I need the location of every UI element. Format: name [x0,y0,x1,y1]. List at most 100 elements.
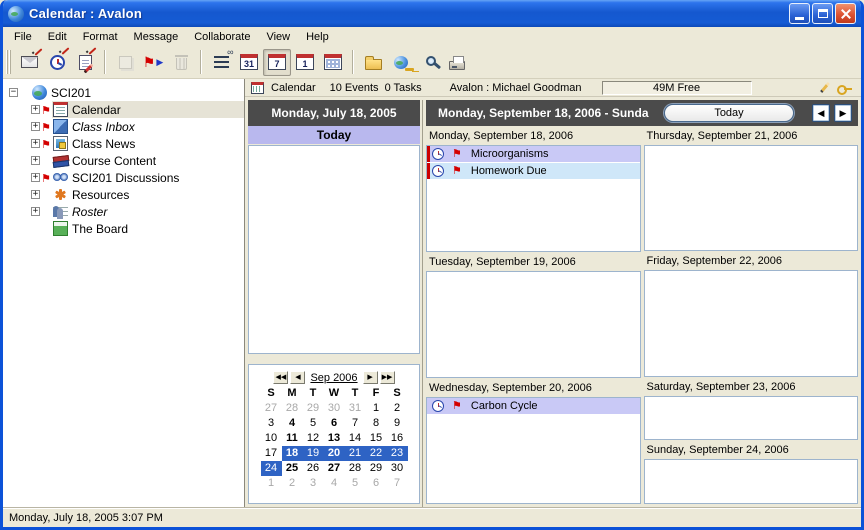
multi-week-view-button[interactable] [319,49,347,76]
mini-date-cell[interactable]: 23 [387,446,408,461]
expand-box[interactable]: + [31,207,40,216]
today-bar[interactable]: Today [248,126,420,144]
new-task-button[interactable] [71,49,99,76]
expand-box[interactable]: + [31,156,40,165]
menu-message[interactable]: Message [126,29,187,45]
toolbar-grip[interactable] [6,50,11,74]
day-cell-header[interactable]: Sunday, September 24, 2006 [644,442,859,459]
mini-date-cell[interactable]: 15 [366,431,387,446]
mini-date-cell[interactable]: 9 [387,416,408,431]
week-view-button[interactable]: 7 [263,49,291,76]
expand-box[interactable]: + [31,122,40,131]
day-cell-body[interactable]: ⚑Carbon Cycle [426,397,641,504]
day-events-area[interactable] [248,145,420,354]
permissions-button[interactable] [387,49,415,76]
next-year-button[interactable]: ▶▶ [380,371,395,384]
permissions-key-icon[interactable] [837,83,853,93]
day-cell-body[interactable] [644,459,859,504]
mini-date-cell[interactable]: 16 [387,431,408,446]
mini-date-cell[interactable]: 29 [366,461,387,476]
mini-date-cell[interactable]: 3 [261,416,282,431]
mini-date-cell[interactable]: 6 [324,416,345,431]
day-cell-header[interactable]: Saturday, September 23, 2006 [644,379,859,396]
day-cell-body[interactable] [426,271,641,378]
expand-box[interactable]: + [31,190,40,199]
mini-date-cell[interactable]: 1 [366,401,387,416]
next-unread-button[interactable]: ⚑▶ [139,49,167,76]
day-cell-header[interactable]: Monday, September 18, 2006 [426,128,641,145]
app-icon[interactable] [8,6,24,22]
expand-box[interactable]: + [31,139,40,148]
day-cell-header[interactable]: Wednesday, September 20, 2006 [426,380,641,397]
sidebar-item-class-news[interactable]: +⚑Class News [3,135,244,152]
mini-date-cell[interactable]: 31 [345,401,366,416]
prev-month-button[interactable]: ◀ [290,371,305,384]
menu-edit[interactable]: Edit [40,29,75,45]
month-label-link[interactable]: Sep 2006 [310,372,357,384]
day-cell-body[interactable] [644,396,859,441]
mini-date-cell[interactable]: 20 [324,446,345,461]
event-item[interactable]: ⚑Homework Due [427,163,640,179]
prev-year-button[interactable]: ◀◀ [273,371,288,384]
mini-date-cell[interactable]: 13 [324,431,345,446]
mini-date-cell[interactable]: 3 [303,476,324,491]
mini-date-cell[interactable]: 4 [324,476,345,491]
expand-box[interactable]: + [31,105,40,114]
mini-date-cell[interactable]: 24 [261,461,282,476]
today-button[interactable]: Today [664,104,794,122]
event-item[interactable]: ⚑Microorganisms [427,146,640,162]
search-button[interactable] [415,49,443,76]
sidebar-item-the-board[interactable]: The Board [3,220,244,237]
mini-date-cell[interactable]: 2 [387,401,408,416]
next-week-button[interactable]: ▶ [834,104,852,122]
mini-date-cell[interactable]: 10 [261,431,282,446]
mini-date-cell[interactable]: 30 [387,461,408,476]
mini-date-cell[interactable]: 27 [324,461,345,476]
mini-date-cell[interactable]: 29 [303,401,324,416]
sidebar-item-sci201-discussions[interactable]: +⚑SCI201 Discussions [3,169,244,186]
close-button[interactable] [835,3,856,24]
day-cell-body[interactable] [644,270,859,376]
print-button[interactable] [443,49,471,76]
list-view-button[interactable] [207,49,235,76]
parent-folder-button[interactable] [359,49,387,76]
day-cell-header[interactable]: Thursday, September 21, 2006 [644,128,859,145]
edit-pencil-icon[interactable] [820,82,830,93]
next-month-button[interactable]: ▶ [363,371,378,384]
menu-help[interactable]: Help [298,29,337,45]
sidebar-item-course-content[interactable]: +Course Content [3,152,244,169]
mini-date-cell[interactable]: 7 [345,416,366,431]
mini-date-cell[interactable]: 12 [303,431,324,446]
day-view-button[interactable]: 1 [291,49,319,76]
day-cell-body[interactable] [644,145,859,251]
month-view-button[interactable]: 31 [235,49,263,76]
minimize-button[interactable] [789,3,810,24]
mini-date-cell[interactable]: 17 [261,446,282,461]
new-event-button[interactable] [43,49,71,76]
mini-date-cell[interactable]: 5 [345,476,366,491]
menu-format[interactable]: Format [75,29,126,45]
menu-view[interactable]: View [258,29,298,45]
mini-date-cell[interactable]: 8 [366,416,387,431]
event-item[interactable]: ⚑Carbon Cycle [427,398,640,414]
mini-date-cell[interactable]: 5 [303,416,324,431]
sidebar-item-calendar[interactable]: +⚑Calendar [3,101,244,118]
mini-date-cell[interactable]: 25 [282,461,303,476]
mini-date-cell[interactable]: 22 [366,446,387,461]
maximize-button[interactable] [812,3,833,24]
mini-date-cell[interactable]: 4 [282,416,303,431]
mini-date-cell[interactable]: 18 [282,446,303,461]
mini-date-cell[interactable]: 11 [282,431,303,446]
mini-date-cell[interactable]: 28 [282,401,303,416]
sidebar-item-resources[interactable]: +Resources [3,186,244,203]
day-cell-body[interactable]: ⚑Microorganisms⚑Homework Due [426,145,641,252]
mini-date-cell[interactable]: 1 [261,476,282,491]
mini-date-cell[interactable]: 19 [303,446,324,461]
mini-date-cell[interactable]: 7 [387,476,408,491]
day-cell-header[interactable]: Tuesday, September 19, 2006 [426,254,641,271]
expand-box[interactable]: + [31,173,40,182]
mini-date-cell[interactable]: 6 [366,476,387,491]
prev-week-button[interactable]: ◀ [812,104,830,122]
menu-collaborate[interactable]: Collaborate [186,29,258,45]
new-message-button[interactable] [15,49,43,76]
